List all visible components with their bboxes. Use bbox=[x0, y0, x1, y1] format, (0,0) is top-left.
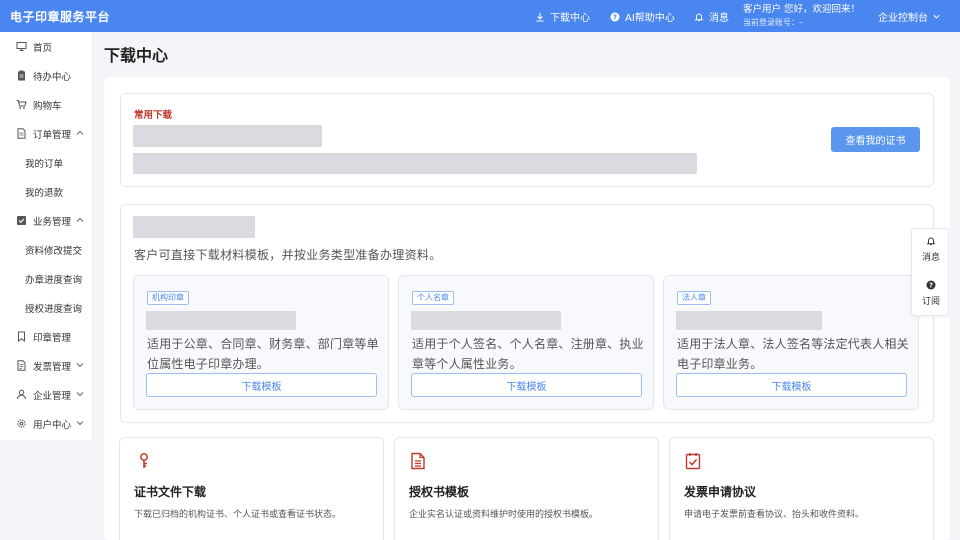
sidebar-item-invoice-mgmt[interactable]: 发票管理 bbox=[0, 351, 93, 380]
ai-help-label: AI帮助中心 bbox=[625, 13, 675, 24]
user-greeting: 客户用户 您好，欢迎回来！ bbox=[743, 4, 861, 15]
skeleton-heading bbox=[133, 216, 255, 238]
page-title: 下载中心 bbox=[104, 46, 169, 65]
download-center-label: 下载中心 bbox=[550, 13, 590, 24]
svg-text:?: ? bbox=[613, 13, 617, 21]
float-subscribe-button[interactable]: ? 订阅 bbox=[912, 280, 950, 307]
floating-widget: 消息 ? 订阅 bbox=[911, 228, 949, 316]
template-text: 适用于法人章、法人签名等法定代表人相关电子印章业务。 bbox=[677, 337, 909, 371]
sidebar-item-label: 资料修改提交 bbox=[25, 246, 83, 257]
download-template-button[interactable]: 下载模板 bbox=[146, 373, 377, 397]
card-title: 证书文件下载 bbox=[134, 485, 207, 499]
help-icon: ? bbox=[610, 12, 620, 21]
sidebar-item-cart[interactable]: 购物车 bbox=[0, 90, 93, 119]
bookmark-icon bbox=[18, 331, 25, 342]
sidebar-item-label: 我的退款 bbox=[25, 188, 64, 199]
sidebar-item-todo[interactable]: 待办中心 bbox=[0, 61, 93, 90]
document-icon bbox=[17, 128, 26, 139]
console-dropdown[interactable]: 企业控制台 bbox=[878, 9, 941, 24]
skeleton-card-title bbox=[146, 311, 296, 330]
sidebar-item-orders[interactable]: 订单管理 bbox=[0, 119, 93, 148]
download-template-button[interactable]: 下载模板 bbox=[676, 373, 907, 397]
messages-label: 消息 bbox=[709, 13, 729, 24]
user-info: 客户用户 您好，欢迎回来！ 当前登录账号：– bbox=[743, 3, 860, 29]
chevron-down-icon bbox=[76, 363, 84, 368]
bell-icon bbox=[694, 13, 704, 21]
check-doc-icon bbox=[685, 453, 701, 470]
sidebar-item-my-refunds[interactable]: 我的退款 bbox=[0, 177, 93, 206]
skeleton-card-title bbox=[411, 311, 561, 330]
sidebar-item-label: 待办中心 bbox=[33, 72, 72, 83]
template-text: 适用于个人签名、个人名章、注册章、执业章等个人属性业务。 bbox=[412, 337, 644, 371]
key-icon bbox=[140, 453, 148, 468]
sidebar-item-label: 办章进度查询 bbox=[25, 275, 83, 286]
chevron-down-icon bbox=[76, 392, 84, 397]
sidebar-item-auth-progress[interactable]: 授权进度查询 bbox=[0, 293, 93, 322]
chevron-up-icon bbox=[76, 130, 84, 135]
console-label: 企业控制台 bbox=[878, 13, 928, 24]
sidebar-item-label: 企业管理 bbox=[33, 391, 72, 402]
monitor-icon bbox=[16, 42, 27, 51]
view-certificates-button[interactable]: 查看我的证书 bbox=[831, 127, 920, 152]
sidebar-item-label: 授权进度查询 bbox=[25, 304, 83, 315]
sidebar-item-home[interactable]: 首页 bbox=[0, 32, 93, 61]
user-icon bbox=[17, 389, 26, 400]
user-account: 当前登录账号：– bbox=[743, 18, 803, 27]
sidebar-item-material-change[interactable]: 资料修改提交 bbox=[0, 235, 93, 264]
sidebar-item-label: 订单管理 bbox=[33, 130, 72, 141]
card-description: 下载已归档的机构证书、个人证书或查看证书状态。 bbox=[134, 510, 342, 520]
gear-icon bbox=[17, 419, 26, 428]
sidebar-item-label: 购物车 bbox=[33, 101, 62, 112]
sidebar-item-business[interactable]: 业务管理 bbox=[0, 206, 93, 235]
sidebar-item-label: 业务管理 bbox=[33, 217, 72, 228]
sidebar: 首页 待办中心 购物车 订单管理 我的订单 我的退款 业务管理 资料修改提交 办… bbox=[0, 32, 93, 440]
template-tag: 机构印章 bbox=[147, 291, 189, 305]
frequent-downloads-label: 常用下载 bbox=[134, 110, 173, 121]
sidebar-item-seal-mgmt[interactable]: 印章管理 bbox=[0, 322, 93, 351]
checkbox-icon bbox=[17, 216, 26, 225]
float-messages-label: 消息 bbox=[921, 253, 940, 263]
download-template-button[interactable]: 下载模板 bbox=[411, 373, 642, 397]
sidebar-item-progress-query[interactable]: 办章进度查询 bbox=[0, 264, 93, 293]
card-description: 申请电子发票前查看协议、抬头和收件资料。 bbox=[684, 510, 865, 520]
chevron-down-icon bbox=[933, 14, 940, 19]
sidebar-item-label: 首页 bbox=[33, 43, 53, 54]
sidebar-item-enterprise-mgmt[interactable]: 企业管理 bbox=[0, 380, 93, 409]
svg-text:?: ? bbox=[929, 282, 933, 290]
sidebar-item-label: 我的订单 bbox=[25, 159, 64, 170]
top-bar: 电子印章服务平台 下载中心 ? AI帮助中心 消息 客户用户 您好，欢迎回来！ … bbox=[0, 0, 960, 32]
card-description: 企业实名认证或资料维护时使用的授权书模板。 bbox=[409, 510, 599, 520]
cart-icon bbox=[16, 100, 27, 109]
chevron-up-icon bbox=[76, 217, 84, 222]
template-tag: 法人章 bbox=[677, 291, 711, 305]
float-messages-button[interactable]: 消息 bbox=[912, 236, 950, 263]
sidebar-item-user-center[interactable]: 用户中心 bbox=[0, 409, 93, 438]
download-icon bbox=[536, 12, 544, 22]
help-icon: ? bbox=[926, 280, 936, 290]
skeleton-line bbox=[133, 153, 697, 174]
card-title: 发票申请协议 bbox=[684, 485, 757, 499]
template-text: 适用于公章、合同章、财务章、部门章等单位属性电子印章办理。 bbox=[147, 337, 379, 371]
sidebar-item-label: 发票管理 bbox=[33, 362, 72, 373]
float-subscribe-label: 订阅 bbox=[921, 297, 940, 307]
skeleton-card-title bbox=[676, 311, 822, 330]
skeleton-title bbox=[133, 125, 322, 147]
bell-icon bbox=[926, 237, 936, 246]
ai-help-link[interactable]: ? AI帮助中心 bbox=[610, 9, 675, 24]
document-icon bbox=[411, 452, 425, 470]
chevron-down-icon bbox=[76, 421, 84, 426]
sidebar-item-label: 印章管理 bbox=[33, 333, 72, 344]
sidebar-item-my-orders[interactable]: 我的订单 bbox=[0, 148, 93, 177]
invoice-icon bbox=[17, 360, 26, 371]
card-title: 授权书模板 bbox=[409, 485, 470, 499]
brand-title: 电子印章服务平台 bbox=[10, 10, 111, 24]
download-center-link[interactable]: 下载中心 bbox=[535, 9, 590, 24]
clipboard-icon bbox=[18, 70, 25, 81]
sidebar-item-label: 用户中心 bbox=[33, 420, 72, 431]
templates-description: 客户可直接下载材料模板，并按业务类型准备办理资料。 bbox=[134, 248, 442, 262]
template-tag: 个人名章 bbox=[412, 291, 454, 305]
messages-link[interactable]: 消息 bbox=[694, 9, 729, 24]
